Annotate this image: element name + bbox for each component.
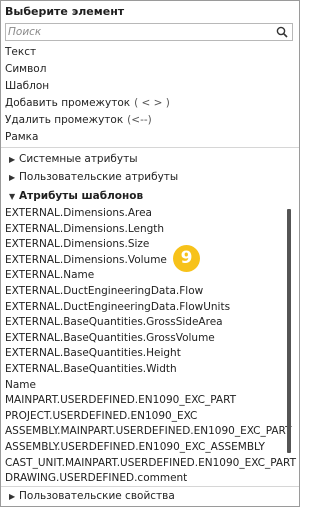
collapse-arrow-icon[interactable]: ▼ (9, 188, 19, 205)
list-item-add-spacing[interactable]: Добавить промежуток( < > ) (5, 95, 170, 112)
list-item[interactable]: EXTERNAL.BaseQuantities.Height (5, 346, 283, 362)
expand-arrow-icon[interactable]: ▶ (9, 488, 19, 505)
divider (1, 486, 299, 487)
list-item[interactable]: ASSEMBLY.USERDEFINED.EN1090_EXC_ASSEMBLY (5, 440, 283, 456)
expand-arrow-icon[interactable]: ▶ (9, 169, 19, 186)
list-item[interactable]: EXTERNAL.BaseQuantities.GrossVolume (5, 331, 283, 347)
add-spacing-hint: ( < > ) (134, 97, 170, 109)
group-user-attributes[interactable]: ▶ Пользовательские атрибуты (9, 169, 178, 186)
list-item[interactable]: DRAWING.USERDEFINED.comment (5, 471, 283, 487)
group-user-properties[interactable]: ▶ Пользовательские свойства (9, 488, 175, 505)
list-item[interactable]: EXTERNAL.Dimensions.Size (5, 237, 283, 253)
list-item[interactable]: EXTERNAL.BaseQuantities.GrossSideArea (5, 315, 283, 331)
list-item[interactable]: EXTERNAL.Dimensions.Area (5, 206, 283, 222)
divider (1, 147, 299, 148)
remove-spacing-hint: (<--) (127, 114, 152, 126)
search-icon[interactable] (276, 26, 288, 38)
scrollbar-thumb[interactable] (287, 209, 291, 453)
list-item[interactable]: CAST_UNIT.MAINPART.USERDEFINED.EN1090_EX… (5, 456, 296, 472)
element-picker-panel: Выберите элемент Текст Символ Шаблон Доб… (0, 0, 300, 507)
panel-title: Выберите элемент (5, 5, 125, 18)
list-item[interactable]: EXTERNAL.Dimensions.Length (5, 222, 283, 238)
list-item[interactable]: EXTERNAL.Dimensions.Volume (5, 253, 283, 269)
list-item[interactable]: EXTERNAL.DuctEngineeringData.FlowUnits (5, 300, 283, 316)
list-item[interactable]: EXTERNAL.BaseQuantities.Width (5, 362, 283, 378)
search-input[interactable] (8, 25, 270, 39)
list-item[interactable]: Name (5, 378, 283, 394)
list-item[interactable]: EXTERNAL.DuctEngineeringData.Flow (5, 284, 283, 300)
search-box[interactable] (5, 23, 293, 41)
vertical-scrollbar[interactable] (286, 207, 292, 487)
template-attributes-list: EXTERNAL.Dimensions.Area EXTERNAL.Dimens… (5, 206, 296, 487)
list-item-symbol[interactable]: Символ (5, 61, 170, 78)
list-item-remove-spacing[interactable]: Удалить промежуток (<--) (5, 112, 170, 129)
list-item[interactable]: MAINPART.USERDEFINED.EN1090_EXC_PART (5, 393, 283, 409)
list-item-text[interactable]: Текст (5, 44, 170, 61)
list-item[interactable]: PROJECT.USERDEFINED.EN1090_EXC (5, 409, 283, 425)
list-item-template[interactable]: Шаблон (5, 78, 170, 95)
basic-elements-list: Текст Символ Шаблон Добавить промежуток(… (5, 44, 170, 146)
list-item[interactable]: EXTERNAL.Name (5, 268, 283, 284)
list-item[interactable]: ASSEMBLY.MAINPART.USERDEFINED.EN1090_EXC… (5, 424, 292, 440)
callout-number-badge: 9 (173, 245, 200, 272)
list-item-frame[interactable]: Рамка (5, 129, 170, 146)
group-template-attributes[interactable]: ▼ Атрибуты шаблонов (9, 188, 143, 205)
expand-arrow-icon[interactable]: ▶ (9, 151, 19, 168)
group-system-attributes[interactable]: ▶ Системные атрибуты (9, 151, 138, 168)
